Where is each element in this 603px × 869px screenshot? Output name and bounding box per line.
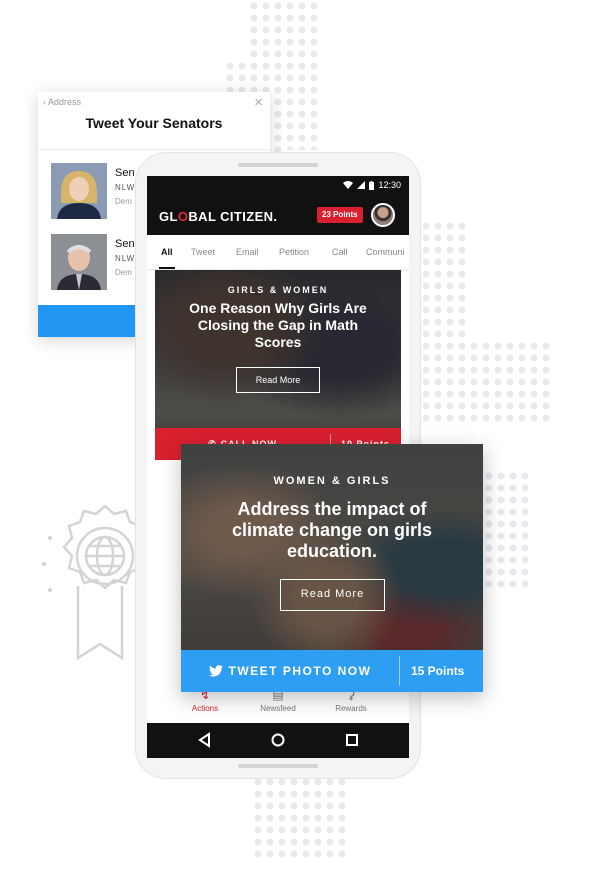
card-title: Address the impact of climate change on … [231,499,433,561]
card-points: 15 Points [411,664,465,678]
logo-text-start: GL [159,209,178,224]
tab-email[interactable]: Email [236,247,259,257]
senator-party: Dem [115,268,132,277]
background-dot-pattern [420,220,468,340]
back-triangle-icon[interactable] [196,731,214,749]
senator-state: NLW [115,183,136,192]
user-avatar[interactable] [371,203,395,227]
card-category: WOMEN & GIRLS [273,475,391,487]
tweet-photo-button[interactable]: TWEET PHOTO NOW 15 Points [181,650,483,692]
senator-name: Sen [115,167,135,179]
tab-all[interactable]: All [161,247,173,257]
close-icon[interactable]: × [254,94,263,111]
signal-icon [357,181,366,189]
status-bar: 12:30 [147,176,409,196]
battery-icon [369,180,375,190]
system-navigation-bar [147,723,409,758]
logo-text-end: BAL CITIZEN. [188,209,278,224]
back-label: Address [48,97,82,107]
points-badge[interactable]: 23 Points [317,207,363,223]
senator-photo [51,234,107,290]
global-citizen-logo[interactable]: GLOBAL CITIZEN. [159,209,277,224]
featured-action-card[interactable]: WOMEN & GIRLS Address the impact of clim… [181,444,483,692]
card-category: GIRLS & WOMEN [227,285,329,295]
nav-rewards-label: Rewards [335,704,367,713]
background-dot-pattern [252,776,348,860]
active-tab-indicator [159,267,175,269]
twitter-bird-icon [208,665,223,677]
tab-tweet[interactable]: Tweet [191,247,215,257]
tab-community[interactable]: Communi [366,247,405,257]
background-dot-pattern [483,470,531,590]
senator-name: Sen [115,238,135,250]
phone-speaker [238,163,318,167]
wifi-icon [343,181,354,189]
card-title: One Reason Why Girls Are Closing the Gap… [189,300,367,350]
phone-chin-bar [238,764,318,768]
divider [38,149,270,150]
action-card[interactable]: GIRLS & WOMEN One Reason Why Girls Are C… [155,270,401,460]
app-header: GLOBAL CITIZEN. 23 Points [147,196,409,235]
chevron-left-icon: ‹ [43,97,46,107]
recent-apps-square-icon[interactable] [343,731,361,749]
nav-newsfeed-label: Newsfeed [260,704,296,713]
senators-card-title: Tweet Your Senators [85,115,223,131]
cta-separator [399,656,400,686]
status-time: 12:30 [378,180,401,190]
senator-state: NLW [115,254,136,263]
senator-photo [51,163,107,219]
read-more-button[interactable]: Read More [280,579,385,611]
tab-petition[interactable]: Petition [279,247,309,257]
background-dot-pattern [420,340,552,424]
tweet-photo-label: TWEET PHOTO NOW [228,664,372,678]
back-link[interactable]: ‹ Address [43,97,81,107]
action-type-tabs: All Tweet Email Petition Call Communi [147,235,409,270]
tab-call[interactable]: Call [332,247,348,257]
senator-party: Dem [115,197,132,206]
read-more-button[interactable]: Read More [236,367,320,393]
home-circle-icon[interactable] [269,731,287,749]
logo-text-o: O [177,209,189,224]
nav-actions-label: Actions [191,704,219,713]
